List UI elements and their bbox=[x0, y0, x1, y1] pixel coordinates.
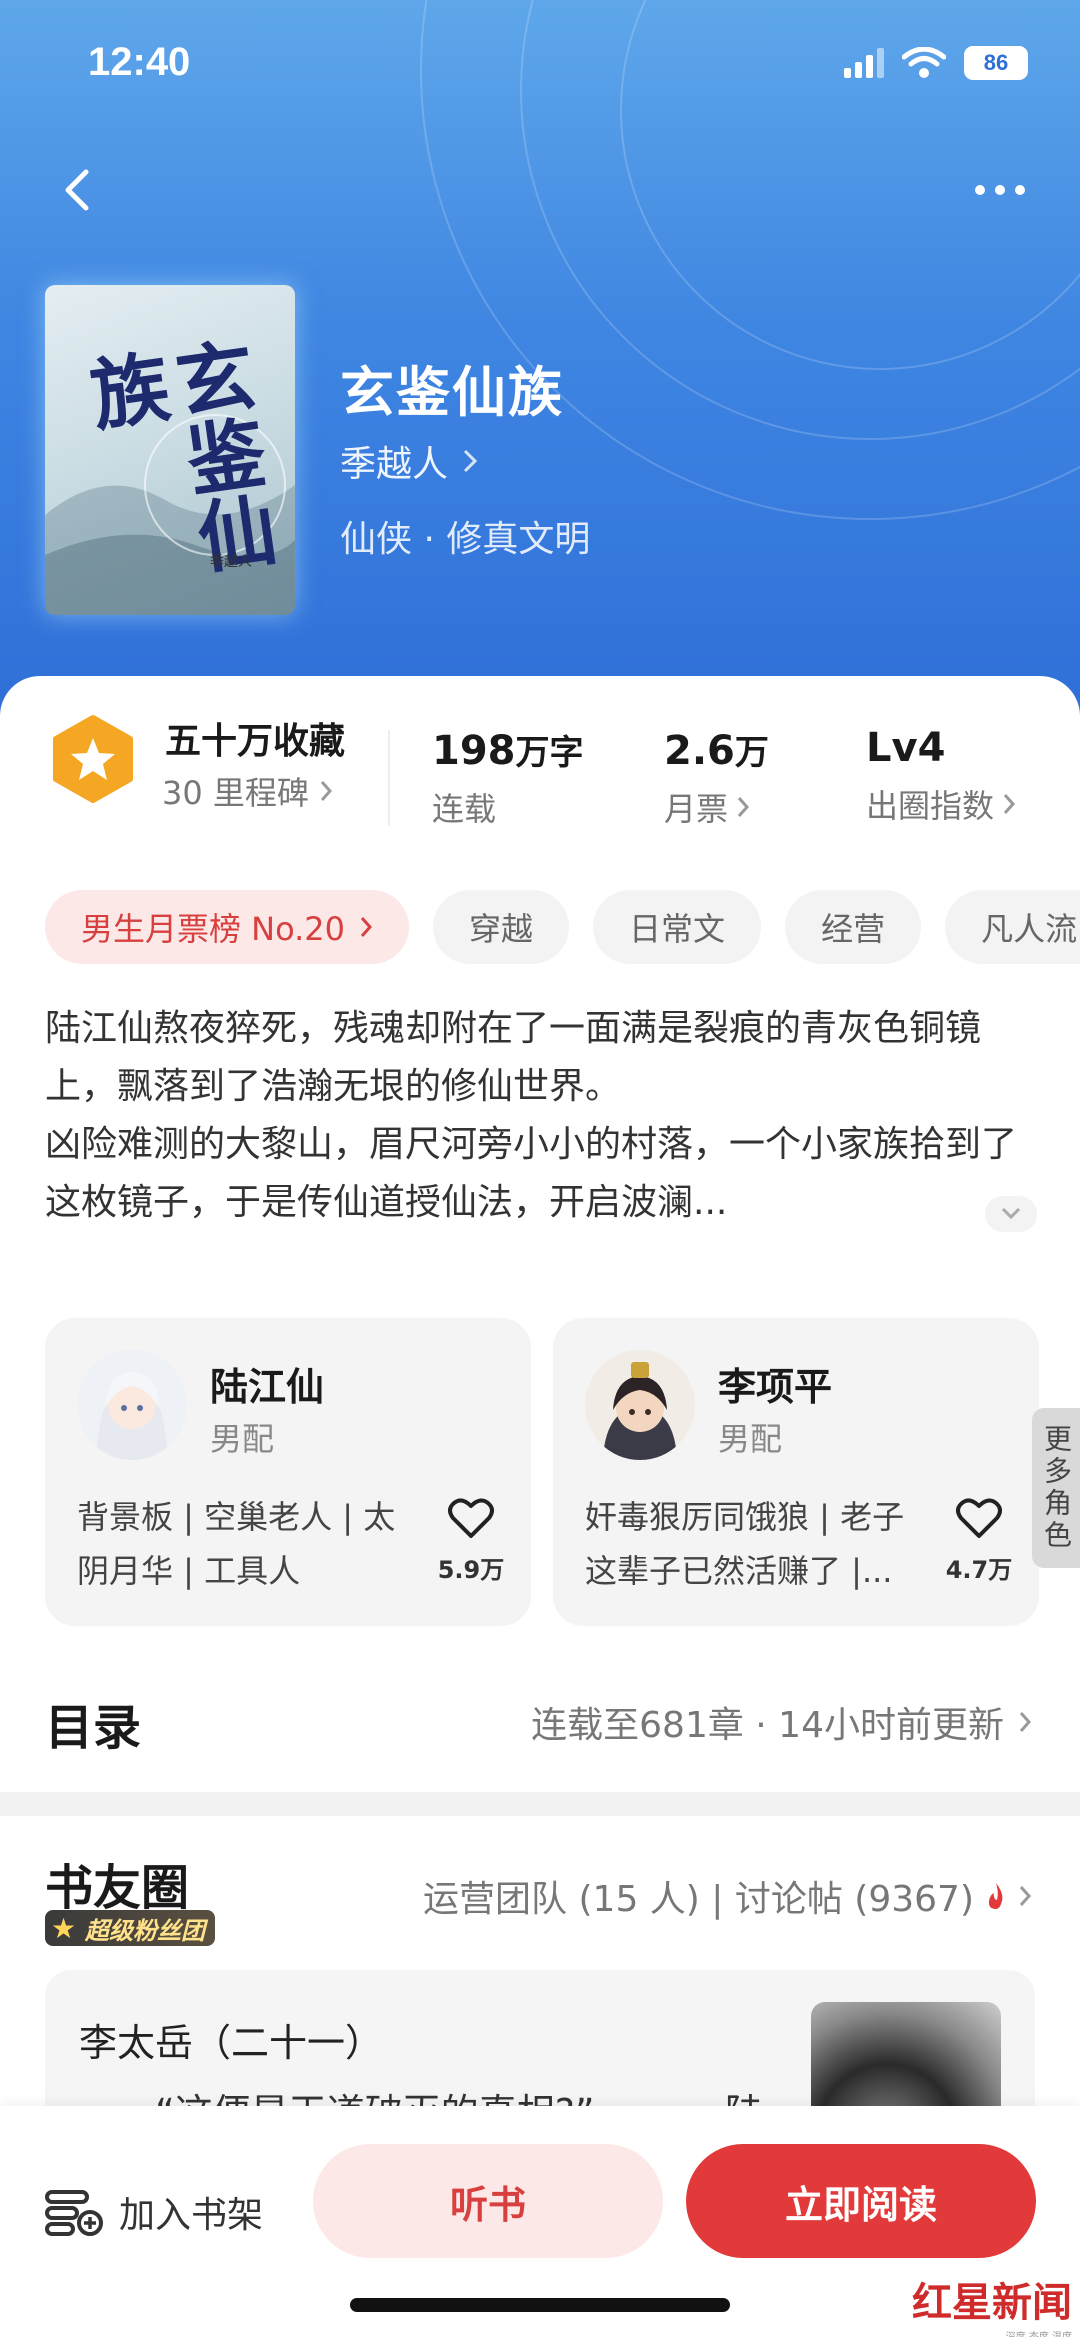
chevron-right-icon bbox=[463, 449, 478, 473]
toc-title: 目录 bbox=[45, 1700, 142, 1756]
watermark-subtext: 深度 态度 温度 bbox=[912, 2328, 1072, 2337]
like-count: 4.7万 bbox=[945, 1556, 1013, 1584]
section-divider bbox=[0, 1792, 1080, 1816]
heart-icon bbox=[956, 1498, 1002, 1538]
genre-tag[interactable]: 凡人流 bbox=[945, 890, 1080, 964]
rank-tag[interactable]: 男生月票榜 No.20 bbox=[45, 890, 410, 964]
character-description: 奸毒狠厉同饿狼 | 老子这辈子已然活赚了 |... bbox=[585, 1498, 905, 1590]
club-link[interactable]: 运营团队 (15 人) | 讨论帖 (9367) bbox=[423, 1870, 1032, 1922]
word-count-label: 连载 bbox=[432, 790, 497, 828]
book-cover[interactable]: 玄鉴仙族 季越人 bbox=[45, 285, 295, 615]
club-title: 书友圈 bbox=[45, 1860, 190, 1916]
fan-club-badge: ★ 超级粉丝团 bbox=[45, 1910, 215, 1946]
chevron-right-icon bbox=[320, 781, 332, 801]
book-header: 12:40 86 玄鉴仙族 季越人 玄鉴仙族 季越人 仙侠 · 修真文明 bbox=[0, 0, 1080, 720]
watermark-logo: 红星新闻 深度 态度 温度 bbox=[912, 2270, 1072, 2337]
genre-tag[interactable]: 日常文 bbox=[593, 890, 762, 964]
more-options-icon[interactable] bbox=[970, 166, 1030, 214]
chevron-right-icon bbox=[1003, 794, 1016, 814]
synopsis-line: 凶险难测的大黎山，眉尺河旁小小的村落，一个小家族拾到了这枚镜子，于是传仙道授仙法… bbox=[45, 1124, 1018, 1223]
synopsis-line: 陆江仙熬夜猝死，残魂却附在了一面满是裂痕的青灰色铜镜上，飘落到了浩瀚无垠的修仙世… bbox=[45, 1008, 982, 1107]
character-name: 陆江仙 bbox=[210, 1365, 325, 1409]
chevron-right-icon bbox=[1019, 1886, 1032, 1906]
book-title: 玄鉴仙族 bbox=[340, 361, 564, 424]
genre-tag[interactable]: 经营 bbox=[785, 890, 922, 964]
star-icon: ★ bbox=[51, 1912, 77, 1945]
character-card[interactable]: 陆江仙 男配 背景板 | 空巢老人 | 太阴月华 | 工具人 5.9万 bbox=[45, 1318, 531, 1626]
milestone-title: 五十万收藏 bbox=[165, 721, 346, 762]
read-now-button[interactable]: 立即阅读 bbox=[686, 2144, 1036, 2258]
chevron-right-icon bbox=[1019, 1712, 1032, 1732]
character-description: 背景板 | 空巢老人 | 太阴月华 | 工具人 bbox=[77, 1498, 396, 1590]
influence-stat[interactable]: Lv4 出圈指数 bbox=[866, 725, 1016, 827]
post-title: 李太岳（二十一） bbox=[79, 2021, 384, 2065]
chevron-down-icon[interactable] bbox=[985, 1196, 1037, 1232]
battery-indicator: 86 bbox=[964, 46, 1028, 80]
status-bar: 12:40 86 bbox=[0, 40, 1080, 100]
toc-info: 连载至681章 · 14小时前更新 bbox=[531, 1705, 1004, 1746]
ticket-label: 月票 bbox=[664, 790, 729, 828]
character-role: 男配 bbox=[210, 1420, 275, 1458]
heart-icon bbox=[448, 1498, 494, 1538]
character-role: 男配 bbox=[718, 1420, 783, 1458]
home-indicator bbox=[350, 2298, 730, 2312]
status-time: 12:40 bbox=[88, 40, 191, 84]
level-value: Lv4 bbox=[866, 725, 946, 771]
milestone-sub: 30 里程碑 bbox=[162, 774, 309, 812]
word-count-value: 198 bbox=[432, 728, 516, 774]
fan-club-label: 超级粉丝团 bbox=[85, 1916, 205, 1945]
character-avatar bbox=[585, 1350, 695, 1460]
author-name: 季越人 bbox=[340, 444, 449, 485]
divider bbox=[388, 730, 390, 826]
add-to-shelf-button[interactable]: 加入书架 bbox=[45, 2186, 263, 2238]
wifi-icon bbox=[902, 47, 946, 78]
level-label: 出圈指数 bbox=[866, 787, 995, 825]
book-genre: 仙侠 · 修真文明 bbox=[340, 519, 591, 560]
listen-button[interactable]: 听书 bbox=[313, 2144, 663, 2258]
word-count-unit: 万字 bbox=[515, 733, 584, 773]
cover-author: 季越人 bbox=[210, 554, 252, 570]
club-info: 运营团队 (15 人) | 讨论帖 (9367) bbox=[423, 1879, 974, 1920]
like-count: 5.9万 bbox=[437, 1556, 505, 1584]
genre-tag[interactable]: 穿越 bbox=[433, 890, 570, 964]
rank-label: 男生月票榜 No.20 bbox=[81, 910, 346, 948]
ticket-value: 2.6 bbox=[664, 728, 735, 774]
chevron-right-icon bbox=[737, 797, 750, 817]
watermark-text: 红星新闻 bbox=[912, 2279, 1072, 2326]
ticket-unit: 万 bbox=[734, 733, 769, 773]
more-roles-button[interactable]: 更多角色 bbox=[1032, 1408, 1080, 1568]
like-button[interactable]: 4.7万 bbox=[943, 1496, 1015, 1585]
author-link[interactable]: 季越人 bbox=[340, 435, 478, 487]
top-nav bbox=[0, 160, 1080, 220]
character-avatar bbox=[77, 1350, 187, 1460]
synopsis[interactable]: 陆江仙熬夜猝死，残魂却附在了一面满是裂痕的青灰色铜镜上，飘落到了浩瀚无垠的修仙世… bbox=[45, 1000, 1035, 1232]
toc-link[interactable]: 连载至681章 · 14小时前更新 bbox=[531, 1696, 1032, 1748]
monthly-ticket-stat[interactable]: 2.6万 月票 bbox=[664, 725, 769, 830]
word-count-stat: 198万字 连载 bbox=[432, 725, 584, 830]
tag-row: 男生月票榜 No.20 穿越 日常文 经营 凡人流 bbox=[45, 890, 1080, 964]
chevron-right-icon bbox=[360, 917, 373, 937]
character-list: 陆江仙 男配 背景板 | 空巢老人 | 太阴月华 | 工具人 5.9万 李项平 … bbox=[45, 1318, 1039, 1626]
character-name: 李项平 bbox=[718, 1365, 833, 1409]
back-icon[interactable] bbox=[56, 166, 104, 214]
bookshelf-add-icon bbox=[45, 2190, 103, 2236]
like-button[interactable]: 5.9万 bbox=[435, 1496, 507, 1585]
cover-title: 玄鉴仙族 bbox=[73, 333, 281, 578]
milestone-link[interactable]: 30 里程碑 bbox=[162, 768, 333, 814]
signal-icon bbox=[844, 48, 884, 78]
milestone-star-icon bbox=[53, 715, 133, 803]
character-card[interactable]: 李项平 男配 奸毒狠厉同饿狼 | 老子这辈子已然活赚了 |... 4.7万 bbox=[553, 1318, 1039, 1626]
fire-icon bbox=[988, 1883, 1003, 1909]
add-to-shelf-label: 加入书架 bbox=[119, 2195, 264, 2236]
